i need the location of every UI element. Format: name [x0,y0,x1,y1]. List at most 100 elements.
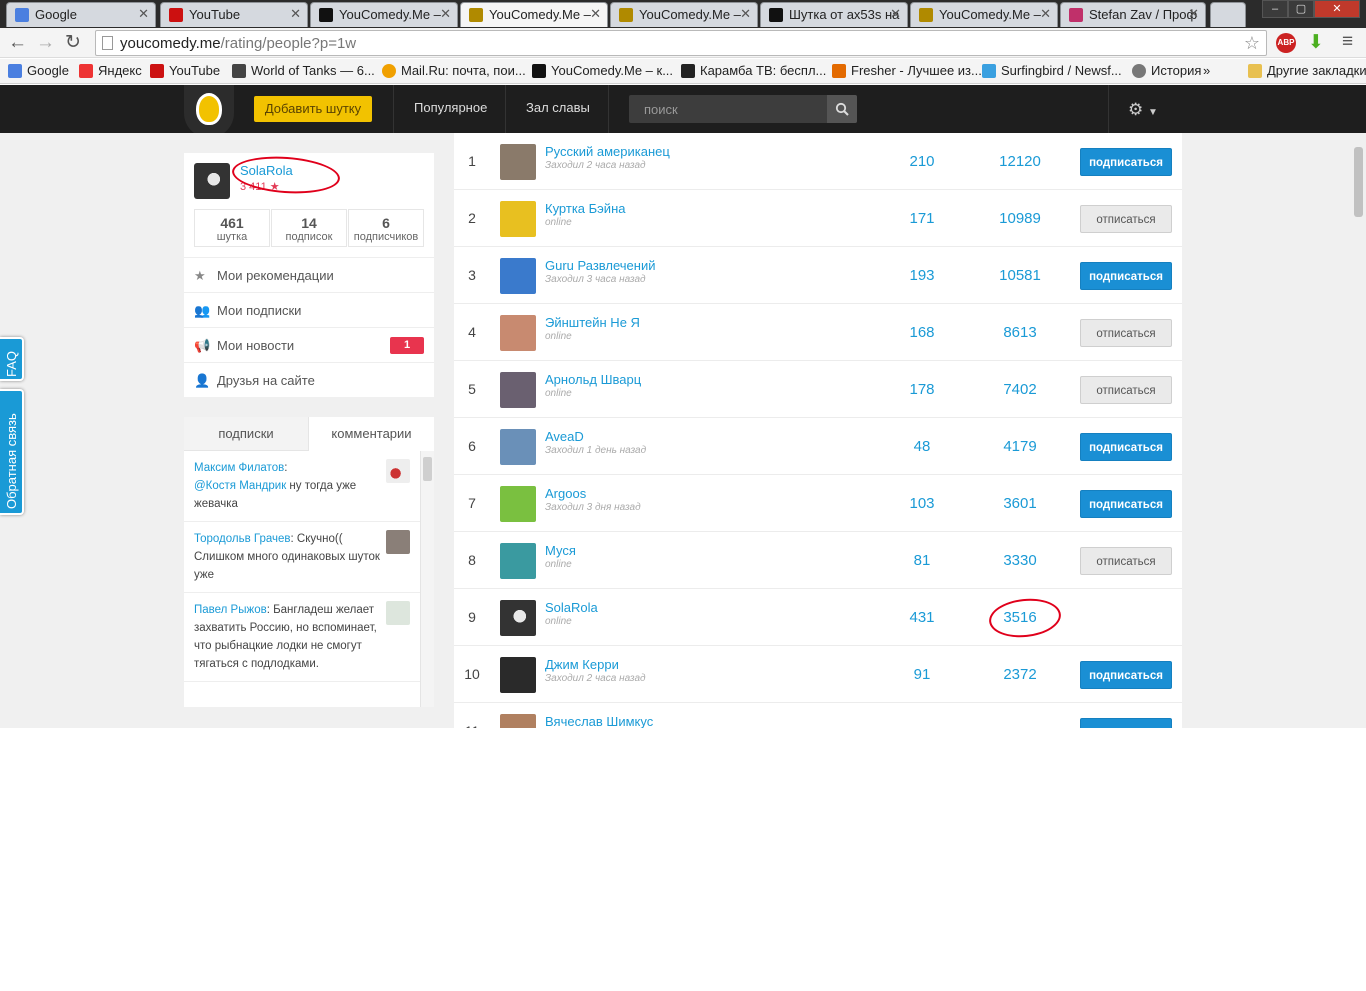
joke-thumbnail[interactable] [386,601,410,625]
close-icon[interactable]: ✕ [138,6,149,22]
jokes-count[interactable]: 178 [882,381,962,398]
user-name[interactable]: Русский американец [545,144,670,159]
stat-subscriptions[interactable]: 14 подписок [271,209,347,247]
bookmark-wot[interactable]: World of Tanks — 6... [232,63,375,78]
tab-stefan[interactable]: Stefan Zav / Проф ✕ [1060,2,1206,27]
close-icon[interactable]: ✕ [440,6,451,22]
comment-item[interactable]: Максим Филатов: @Костя Мандрик ну тогда … [184,451,420,522]
menu-news[interactable]: 📢 Мои новости 1 [184,327,434,362]
joke-thumbnail[interactable] [386,459,410,483]
bookmark-fresher[interactable]: Fresher - Лучшее из... [832,63,982,78]
user-avatar[interactable] [500,201,536,237]
unsubscribe-button[interactable]: отписаться [1080,547,1172,575]
user-name[interactable]: Джим Керри [545,657,619,672]
bookmark-history[interactable]: История [1132,63,1201,78]
jokes-count[interactable]: 168 [882,324,962,341]
settings-gear-icon[interactable]: ⚙ ▼ [1128,100,1158,120]
menu-recommendations[interactable]: ★ Мои рекомендации [184,257,434,292]
scroll-thumb[interactable] [1354,147,1363,217]
user-avatar[interactable] [500,657,536,693]
close-icon[interactable]: ✕ [590,6,601,22]
unsubscribe-button[interactable]: отписаться [1080,319,1172,347]
close-icon[interactable]: ✕ [740,6,751,22]
bookmark-youtube[interactable]: YouTube [150,63,220,78]
user-name[interactable]: Куртка Бэйна [545,201,625,216]
forward-arrow-icon[interactable]: → [36,32,55,54]
bookmark-yandex[interactable]: Яндекс [79,63,142,78]
unsubscribe-button[interactable]: отписаться [1080,205,1172,233]
download-icon[interactable]: ⬇ [1308,31,1324,54]
close-icon[interactable]: ✕ [290,6,301,22]
unsubscribe-button[interactable]: отписаться [1080,376,1172,404]
user-avatar[interactable] [500,258,536,294]
user-avatar[interactable] [500,600,536,636]
user-name[interactable]: Арнольд Шварц [545,372,641,387]
close-icon[interactable]: ✕ [1040,6,1051,22]
tab-youcomedy-4[interactable]: YouComedy.Me – ✕ [910,2,1058,27]
user-name[interactable]: Эйнштейн Не Я [545,315,640,330]
stat-jokes[interactable]: 461 шутка [194,209,270,247]
nav-hall-of-fame[interactable]: Зал славы [526,100,590,115]
user-name[interactable]: Guru Развлечений [545,258,656,273]
jokes-count[interactable]: 48 [882,438,962,455]
close-icon[interactable]: ✕ [890,6,901,22]
search-input[interactable] [629,95,827,123]
close-window-icon[interactable]: ✕ [1314,0,1360,18]
bookmark-surfingbird[interactable]: Surfingbird / Newsf... [982,63,1122,78]
comment-author[interactable]: Павел Рыжов [194,604,267,616]
user-avatar[interactable] [500,543,536,579]
address-bar[interactable]: youcomedy.me/rating/people?p=1w ☆ [95,30,1267,56]
bookmark-star-icon[interactable]: ☆ [1244,33,1260,54]
subscribe-button[interactable]: подписаться [1080,148,1172,176]
user-name[interactable]: AveaD [545,429,584,444]
add-joke-button[interactable]: Добавить шутку [254,96,372,122]
subscribe-button[interactable]: подписаться [1080,490,1172,518]
close-icon[interactable]: ✕ [1188,6,1199,22]
tab-youcomedy-3[interactable]: YouComedy.Me – ✕ [610,2,758,27]
user-avatar[interactable] [500,144,536,180]
new-tab-button[interactable] [1210,2,1246,27]
bookmark-other[interactable]: Другие закладки [1248,63,1366,78]
user-avatar[interactable] [500,486,536,522]
user-avatar[interactable] [500,714,536,728]
avatar[interactable] [194,163,230,199]
maximize-icon[interactable]: ▢ [1288,0,1314,18]
bookmark-youcomedy[interactable]: YouComedy.Me – к... [532,63,673,78]
jokes-count[interactable]: 210 [882,153,962,170]
tab-youcomedy-active[interactable]: YouComedy.Me – ✕ [460,2,608,27]
page-scrollbar[interactable] [1350,133,1366,728]
tab-google[interactable]: Google ✕ [6,2,156,27]
comment-item[interactable]: Тородольв Грачев: Скучно(( Слишком много… [184,522,420,593]
user-avatar[interactable] [500,429,536,465]
adblock-icon[interactable]: ABP [1276,33,1296,53]
comment-author[interactable]: Максим Филатов [194,462,284,474]
bookmark-google[interactable]: Google [8,63,69,78]
stat-subscribers[interactable]: 6 подписчиков [348,209,424,247]
back-arrow-icon[interactable]: ← [8,32,27,54]
tab-comments[interactable]: комментарии [309,417,434,451]
minimize-icon[interactable]: – [1262,0,1288,18]
subscribe-button[interactable]: подписаться [1080,718,1172,728]
nav-popular[interactable]: Популярное [414,100,487,115]
user-name[interactable]: Вячеслав Шимкус [545,714,653,728]
joke-thumbnail[interactable] [386,530,410,554]
menu-friends[interactable]: 👤 Друзья на сайте [184,362,434,397]
jokes-count[interactable]: 103 [882,495,962,512]
site-logo[interactable] [184,85,234,138]
user-avatar[interactable] [500,372,536,408]
menu-subscriptions[interactable]: 👥 Мои подписки [184,292,434,327]
comments-scrollbar[interactable] [420,451,434,707]
comment-mention[interactable]: @Костя Мандрик [194,480,286,492]
jokes-count[interactable]: 193 [882,267,962,284]
jokes-count[interactable]: 81 [882,552,962,569]
feedback-tab[interactable]: Обратная связь [0,389,24,515]
subscribe-button[interactable]: подписаться [1080,262,1172,290]
user-name[interactable]: Argoos [545,486,586,501]
user-name[interactable]: SolaRola [545,600,598,615]
bookmarks-overflow[interactable]: » [1203,63,1210,78]
tab-youtube[interactable]: YouTube ✕ [160,2,308,27]
menu-icon[interactable]: ≡ [1342,31,1353,53]
reload-icon[interactable]: ↻ [65,32,81,54]
tab-joke[interactable]: Шутка от ax53s на ✕ [760,2,908,27]
jokes-count[interactable]: 431 [882,609,962,626]
